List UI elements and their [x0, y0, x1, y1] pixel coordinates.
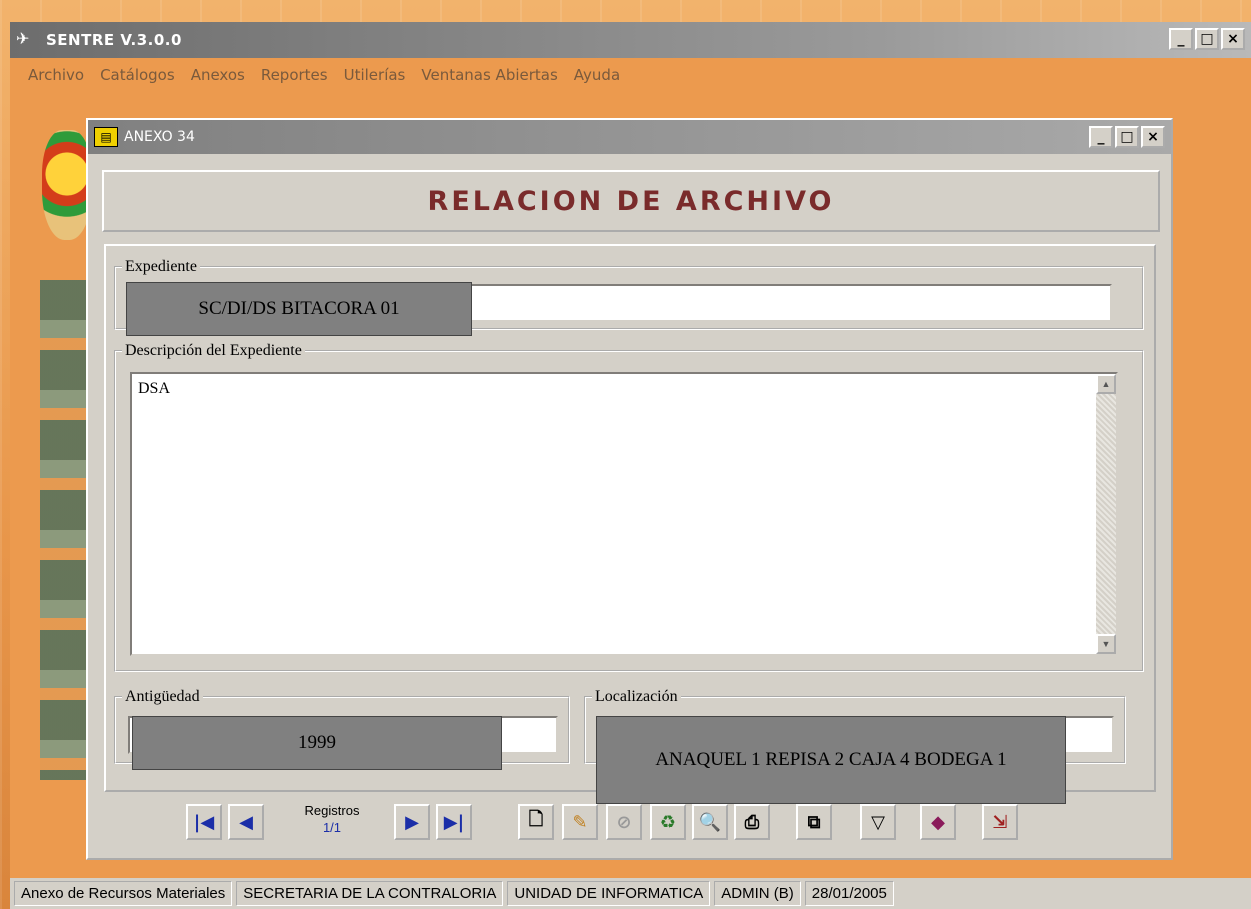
- navigation-toolbar: |◀ ◀ Registros 1/1 ▶ ▶| 🗋 ✎ ⊘ ♻ 🔍 ⎙ ⧉ ▽ …: [88, 796, 1171, 846]
- delete-icon: ♻: [659, 811, 677, 833]
- menu-ventanas-abiertas[interactable]: Ventanas Abiertas: [413, 66, 565, 84]
- new-record-button[interactable]: 🗋: [518, 804, 554, 840]
- status-unit: UNIDAD DE INFORMATICA: [507, 881, 711, 906]
- cancel-button[interactable]: ⊘: [606, 804, 642, 840]
- scroll-down-icon[interactable]: ▼: [1096, 634, 1116, 654]
- edit-icon: ✎: [572, 811, 588, 833]
- preview-button[interactable]: 🔍: [692, 804, 728, 840]
- help-button[interactable]: ◆: [920, 804, 956, 840]
- preview-icon: 🔍: [698, 811, 722, 833]
- descripcion-scrollbar[interactable]: ▲ ▼: [1096, 374, 1116, 654]
- delete-button[interactable]: ♻: [650, 804, 686, 840]
- anexo-close-button[interactable]: ×: [1141, 126, 1165, 148]
- copy-button[interactable]: ⧉: [796, 804, 832, 840]
- antiguedad-value: 1999: [132, 716, 502, 770]
- form-banner: RELACION DE ARCHIVO: [102, 170, 1160, 232]
- localizacion-legend: Localización: [595, 688, 678, 705]
- exit-button[interactable]: ⇲: [982, 804, 1018, 840]
- next-record-button[interactable]: ▶: [394, 804, 430, 840]
- form-icon: ▤: [94, 127, 118, 147]
- anexo-window: ▤ ANEXO 34 _ □ × RELACION DE ARCHIVO Exp…: [86, 118, 1173, 860]
- status-date: 28/01/2005: [804, 881, 894, 906]
- app-close-button[interactable]: ×: [1221, 28, 1245, 50]
- status-department: SECRETARIA DE LA CONTRALORIA: [236, 881, 504, 906]
- status-user: ADMIN (B): [714, 881, 801, 906]
- decorative-logo-column: [40, 280, 92, 780]
- anexo-maximize-button[interactable]: □: [1115, 126, 1139, 148]
- filter-button[interactable]: ▽: [860, 804, 896, 840]
- exit-icon: ⇲: [992, 811, 1008, 833]
- first-record-button[interactable]: |◀: [186, 804, 222, 840]
- menu-catalogos[interactable]: Catálogos: [92, 66, 183, 84]
- copy-icon: ⧉: [807, 811, 821, 833]
- expediente-legend: Expediente: [125, 258, 197, 275]
- filter-icon: ▽: [871, 811, 885, 833]
- menubar: Archivo Catálogos Anexos Reportes Utiler…: [10, 58, 1251, 92]
- scroll-up-icon[interactable]: ▲: [1096, 374, 1116, 394]
- descripcion-legend: Descripción del Expediente: [125, 342, 302, 359]
- antiguedad-legend: Antigüedad: [125, 688, 200, 705]
- first-record-icon: |◀: [193, 811, 215, 833]
- form-title: RELACION DE ARCHIVO: [427, 185, 835, 217]
- menu-utilerias[interactable]: Utilerías: [336, 66, 414, 84]
- records-indicator: Registros 1/1: [288, 802, 376, 842]
- expediente-value: SC/DI/DS BITACORA 01: [126, 282, 472, 336]
- app-logo-icon: ✈: [16, 31, 30, 48]
- app-minimize-button[interactable]: _: [1169, 28, 1193, 50]
- edit-button[interactable]: ✎: [562, 804, 598, 840]
- status-module: Anexo de Recursos Materiales: [14, 881, 233, 906]
- help-book-icon: ◆: [931, 811, 945, 833]
- app-title: SENTRE V.3.0.0: [46, 31, 182, 49]
- cancel-icon: ⊘: [616, 811, 632, 833]
- print-icon: ⎙: [744, 811, 760, 833]
- state-shield-logo: [42, 130, 92, 240]
- app-titlebar: ✈ SENTRE V.3.0.0 _ □ ×: [10, 22, 1251, 58]
- form-body: Expediente SC/DI/DS BITACORA 01 Descripc…: [104, 244, 1156, 804]
- print-button[interactable]: ⎙: [734, 804, 770, 840]
- descripcion-textarea[interactable]: DSA ▲ ▼: [130, 372, 1118, 656]
- new-record-icon: 🗋: [528, 809, 544, 830]
- menu-archivo[interactable]: Archivo: [10, 66, 92, 84]
- records-count: 1/1: [322, 820, 342, 835]
- anexo-titlebar: ▤ ANEXO 34 _ □ ×: [88, 120, 1171, 154]
- anexo-title: ANEXO 34: [124, 129, 195, 145]
- previous-record-button[interactable]: ◀: [228, 804, 264, 840]
- next-record-icon: ▶: [405, 811, 419, 833]
- menu-ayuda[interactable]: Ayuda: [566, 66, 628, 84]
- anexo-minimize-button[interactable]: _: [1089, 126, 1113, 148]
- anexo-window-controls: _ □ ×: [1089, 126, 1165, 148]
- localizacion-value: ANAQUEL 1 REPISA 2 CAJA 4 BODEGA 1: [596, 716, 1066, 804]
- records-label: Registros: [304, 803, 360, 818]
- menu-reportes[interactable]: Reportes: [253, 66, 336, 84]
- last-record-button[interactable]: ▶|: [436, 804, 472, 840]
- status-bar: Anexo de Recursos Materiales SECRETARIA …: [10, 878, 1251, 909]
- last-record-icon: ▶|: [443, 811, 465, 833]
- app-window-controls: _ □ ×: [1169, 28, 1245, 50]
- previous-record-icon: ◀: [239, 811, 253, 833]
- descripcion-value: DSA: [138, 380, 171, 397]
- menu-anexos[interactable]: Anexos: [183, 66, 253, 84]
- app-maximize-button[interactable]: □: [1195, 28, 1219, 50]
